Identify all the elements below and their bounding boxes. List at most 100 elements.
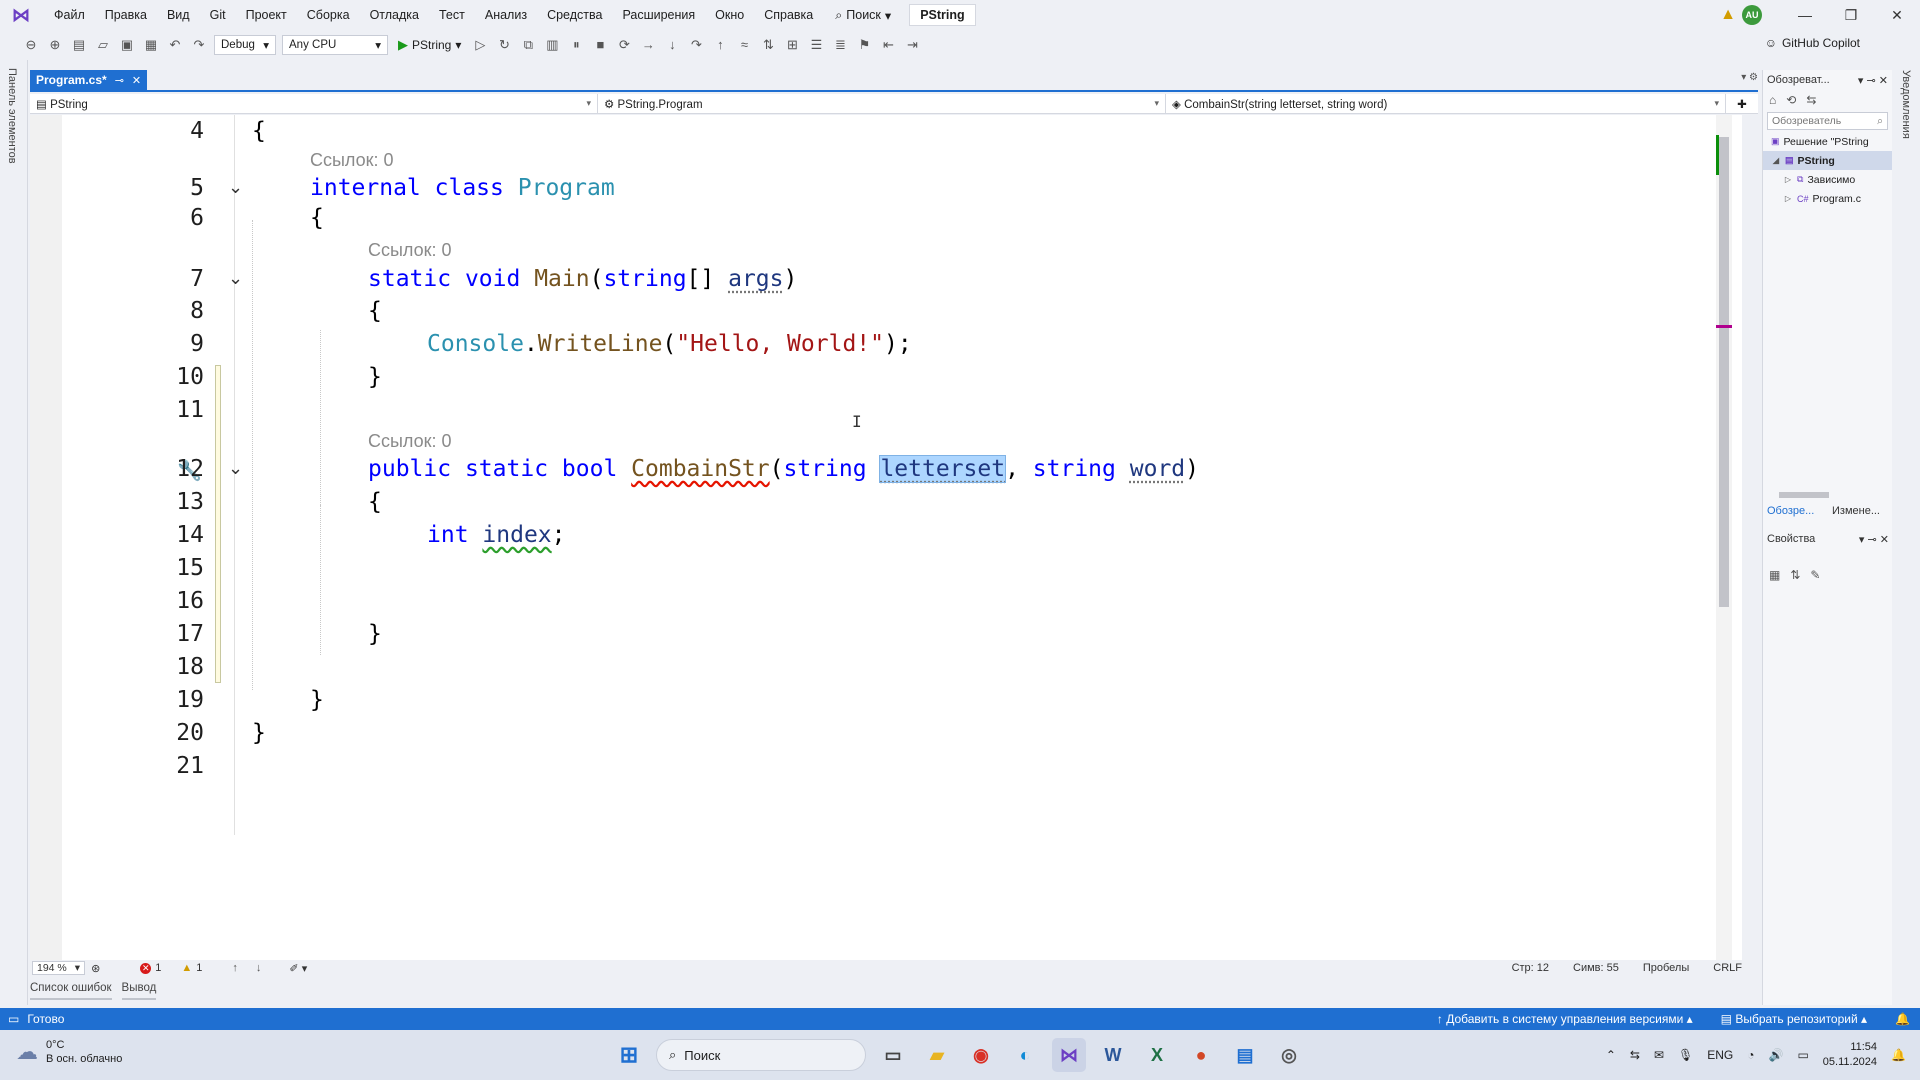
- edge-icon[interactable]: ◐: [1008, 1038, 1042, 1072]
- redo-icon[interactable]: ↷: [190, 36, 208, 54]
- tab-output[interactable]: Вывод: [121, 980, 157, 1000]
- collapsed-caret-icon[interactable]: ▷: [1783, 194, 1793, 203]
- pin-icon[interactable]: ⊸: [115, 74, 124, 87]
- bookmark-icon[interactable]: ⚑: [855, 36, 873, 54]
- split-editor-icon[interactable]: ✚: [1726, 94, 1758, 113]
- intellicode-icon[interactable]: ⊛: [91, 962, 100, 975]
- expanded-caret-icon[interactable]: ◢: [1771, 156, 1781, 165]
- step-into-icon[interactable]: ↓: [663, 36, 681, 54]
- code-line[interactable]: 16: [30, 585, 1742, 617]
- tree-item-dependencies[interactable]: ▷ ⧉ Зависимо: [1763, 170, 1892, 189]
- visual-studio-icon[interactable]: ⋈: [1052, 1038, 1086, 1072]
- mail-icon[interactable]: ✉: [1654, 1048, 1664, 1062]
- member-dropdown[interactable]: ◈ CombainStr(string letterset, string wo…: [1166, 94, 1726, 113]
- vertical-scrollbar[interactable]: [1716, 115, 1732, 960]
- run-button[interactable]: ▶ PString ▾: [394, 37, 465, 53]
- step-out-icon[interactable]: ↑: [711, 36, 729, 54]
- github-copilot-button[interactable]: ☺ GitHub Copilot: [1765, 36, 1860, 50]
- new-project-icon[interactable]: ▤: [70, 36, 88, 54]
- code-line[interactable]: 21: [30, 750, 1742, 782]
- alphabetical-icon[interactable]: ⇅: [1790, 568, 1800, 582]
- code-line[interactable]: 4 {: [30, 115, 1742, 147]
- code-line[interactable]: 9 Console.WriteLine("Hello, World!");: [30, 328, 1742, 360]
- hot-reload-icon[interactable]: ↻: [495, 36, 513, 54]
- restart-icon[interactable]: ⟳: [615, 36, 633, 54]
- undo-icon[interactable]: ↶: [166, 36, 184, 54]
- previous-issue-icon[interactable]: ↑: [232, 962, 238, 974]
- whitespace-indicator[interactable]: Пробелы: [1643, 962, 1689, 974]
- menu-file[interactable]: Файл: [44, 0, 95, 30]
- line-ending-indicator[interactable]: CRLF: [1713, 962, 1742, 974]
- code-line[interactable]: 14 int index;: [30, 519, 1742, 551]
- menu-view[interactable]: Вид: [157, 0, 200, 30]
- codelens-references[interactable]: Ссылок: 0: [368, 240, 452, 261]
- code-line[interactable]: 10 }: [30, 361, 1742, 393]
- code-line[interactable]: 20 }: [30, 717, 1742, 749]
- code-token-error[interactable]: CombainStr: [631, 456, 769, 482]
- code-token-warning[interactable]: index: [482, 522, 551, 548]
- uncomment-icon[interactable]: ≣: [831, 36, 849, 54]
- configuration-select[interactable]: Debug ▾: [214, 35, 276, 55]
- tree-item-file[interactable]: ▷ C# Program.c: [1763, 189, 1892, 208]
- clock[interactable]: 11:54 05.11.2024: [1823, 1040, 1877, 1070]
- back-icon[interactable]: ⊖: [22, 36, 40, 54]
- taskbar-search[interactable]: ⌕ Поиск: [656, 1039, 866, 1071]
- menu-project[interactable]: Проект: [236, 0, 297, 30]
- battery-icon[interactable]: ▭: [1797, 1048, 1808, 1062]
- menu-help[interactable]: Справка: [754, 0, 823, 30]
- start-without-debugging-icon[interactable]: ▷: [471, 36, 489, 54]
- tab-error-list[interactable]: Список ошибок: [30, 980, 112, 1000]
- save-all-icon[interactable]: ▦: [142, 36, 160, 54]
- stop-icon[interactable]: ■: [591, 36, 609, 54]
- start-button[interactable]: ⊞: [612, 1038, 646, 1072]
- hot-reload-settings-icon[interactable]: ≈: [735, 36, 753, 54]
- menu-git[interactable]: Git: [200, 0, 236, 30]
- browser-link-icon[interactable]: ⧉: [519, 36, 537, 54]
- comment-icon[interactable]: ☰: [807, 36, 825, 54]
- collapse-chevron-icon[interactable]: ⌄: [228, 453, 243, 485]
- code-line[interactable]: 13 {: [30, 486, 1742, 518]
- find-icon[interactable]: ⊞: [783, 36, 801, 54]
- menu-debug[interactable]: Отладка: [360, 0, 429, 30]
- step-over-icon[interactable]: ↷: [687, 36, 705, 54]
- word-icon[interactable]: W: [1096, 1038, 1130, 1072]
- column-indicator[interactable]: Симв: 55: [1573, 962, 1619, 974]
- select-repository-button[interactable]: ▤ Выбрать репозиторий ▴: [1721, 1012, 1867, 1026]
- chrome-icon[interactable]: ◉: [964, 1038, 998, 1072]
- show-hidden-icons-icon[interactable]: ⌃: [1606, 1048, 1616, 1062]
- wifi-icon[interactable]: ◔: [1747, 1048, 1754, 1062]
- show-next-statement-icon[interactable]: →: [639, 36, 657, 54]
- code-line[interactable]: 12 ⌄ public static bool CombainStr(strin…: [30, 453, 1742, 485]
- code-line[interactable]: 6 {: [30, 202, 1742, 234]
- code-line[interactable]: 8 {: [30, 295, 1742, 327]
- categorized-icon[interactable]: ▦: [1769, 568, 1780, 582]
- solution-search-input[interactable]: Обозреватель ⌕: [1767, 112, 1888, 130]
- format-icon[interactable]: ⇅: [759, 36, 777, 54]
- minimize-button[interactable]: —: [1782, 0, 1828, 30]
- codelens-references[interactable]: Ссылок: 0: [368, 431, 452, 452]
- notifications-tab[interactable]: Уведомления: [1900, 70, 1912, 139]
- code-line[interactable]: 5 ⌄ internal class Program: [30, 172, 1742, 204]
- search-menu[interactable]: ⌕ Поиск ▾: [823, 8, 903, 23]
- menu-window[interactable]: Окно: [705, 0, 754, 30]
- collapse-chevron-icon[interactable]: ⌄: [228, 263, 243, 295]
- recorder-icon[interactable]: ◎: [1272, 1038, 1306, 1072]
- microphone-icon[interactable]: 🎙: [1678, 1048, 1693, 1062]
- prev-bookmark-icon[interactable]: ⇤: [879, 36, 897, 54]
- restore-button[interactable]: ❐: [1828, 0, 1874, 30]
- property-pages-icon[interactable]: ✎: [1810, 568, 1820, 582]
- scrollbar-thumb[interactable]: [1719, 137, 1729, 607]
- network-app-icon[interactable]: ⇆: [1630, 1048, 1640, 1062]
- file-explorer-icon[interactable]: ▰: [920, 1038, 954, 1072]
- menu-edit[interactable]: Правка: [95, 0, 157, 30]
- notepad-icon[interactable]: ▤: [1228, 1038, 1262, 1072]
- menu-tools[interactable]: Средства: [537, 0, 612, 30]
- notification-center-icon[interactable]: 🔔: [1891, 1048, 1906, 1062]
- platform-select[interactable]: Any CPU ▾: [282, 35, 388, 55]
- tab-git-changes[interactable]: Измене...: [1828, 503, 1893, 521]
- scrollbar-thumb[interactable]: [1779, 492, 1829, 498]
- task-view-icon[interactable]: ▭: [876, 1038, 910, 1072]
- menu-build[interactable]: Сборка: [297, 0, 360, 30]
- next-issue-icon[interactable]: ↓: [256, 962, 262, 974]
- code-line[interactable]: 11: [30, 394, 1742, 426]
